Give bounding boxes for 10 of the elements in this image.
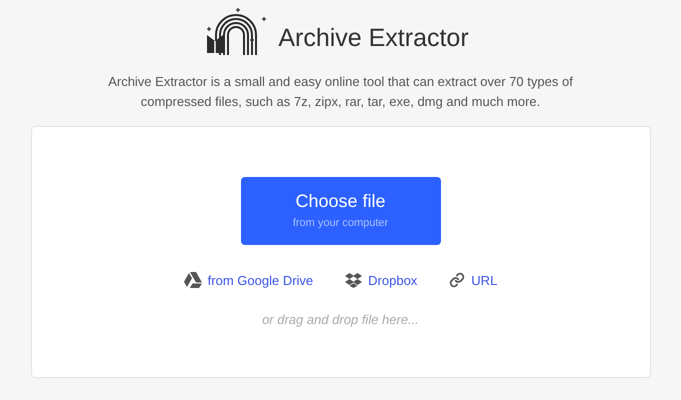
drop-hint: or drag and drop file here... bbox=[262, 311, 419, 329]
link-icon bbox=[449, 272, 466, 288]
source-link[interactable]: URL bbox=[449, 270, 498, 290]
source-link[interactable]: Dropbox bbox=[345, 270, 418, 290]
box-icon bbox=[345, 272, 362, 288]
description: Archive Extractor is a small and easy online tool that can extract over 70 types of compressed files, such as 7z, zipx, rar, tar, exe, dmg and much more. bbox=[107, 72, 574, 111]
choose-file-button[interactable]: Choose file from your computer bbox=[240, 176, 440, 244]
source-link[interactable]: from Google Drive bbox=[184, 270, 314, 290]
triangle-icon bbox=[184, 272, 202, 288]
app-title: Archive Extractor bbox=[278, 23, 469, 54]
